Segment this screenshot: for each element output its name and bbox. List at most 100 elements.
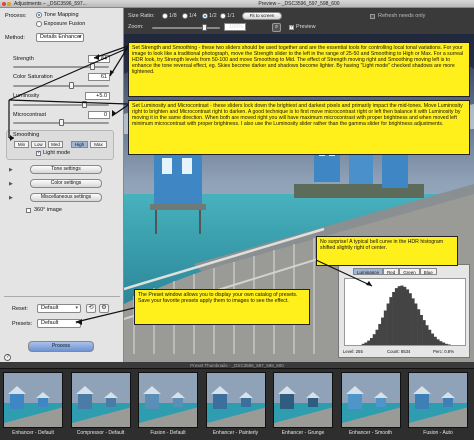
histogram-level: Level: 255 — [343, 349, 363, 354]
method-select[interactable]: Details Enhancer — [36, 33, 84, 42]
histogram-bar — [361, 343, 365, 345]
process-button[interactable]: Process — [28, 341, 94, 352]
note-histogram: No surprise! A typical bell curve in the… — [316, 236, 458, 266]
strip-header: Preset Thumbnails - _DSC3596_597_598_600 — [0, 362, 474, 369]
histogram-percent: Perc: 0.8% — [433, 349, 455, 354]
luminosity-value[interactable]: +5.0 — [85, 92, 110, 100]
preset-thumbnail[interactable] — [138, 372, 198, 428]
preview-window-title: Preview – _DSC3596_597_598_600 — [258, 1, 340, 7]
refresh-icon[interactable]: ⟲ — [86, 304, 96, 313]
color-settings-button[interactable]: Color settings — [30, 179, 102, 188]
tone-settings-button[interactable]: Tone settings — [30, 165, 102, 174]
help-icon[interactable]: ? — [4, 354, 11, 361]
ratio-1-4-label: 1/4 — [189, 13, 197, 19]
preset-thumbnail[interactable] — [3, 372, 63, 428]
light-mode-checkbox[interactable]: ✓ — [36, 151, 41, 156]
preset-thumbnail-label: Fusion - Auto — [423, 430, 453, 436]
process-label: Process: — [5, 13, 27, 19]
ratio-1-8-radio[interactable] — [162, 13, 168, 19]
histogram-bar — [419, 315, 423, 345]
histogram-bar — [392, 291, 396, 345]
histogram-bar — [430, 333, 435, 345]
microcontrast-label: Microcontrast — [13, 112, 47, 118]
reset-select[interactable]: Default — [37, 304, 81, 313]
close-icon[interactable] — [2, 2, 6, 6]
microcontrast-value[interactable]: 0 — [88, 111, 110, 119]
smoothing-label: Smoothing — [13, 132, 40, 138]
preview-label: Preview — [296, 24, 316, 30]
tone-settings-disclosure-icon[interactable]: ▶ — [9, 167, 13, 173]
histogram-bar — [433, 336, 437, 345]
histogram-bar — [428, 329, 432, 345]
ratio-1-1-label: 1/1 — [227, 13, 235, 19]
preview-checkbox[interactable]: ✓ — [289, 25, 294, 30]
preset-thumbnail[interactable] — [408, 372, 468, 428]
exposure-fusion-radio[interactable] — [36, 21, 42, 27]
reset-label: Reset: — [12, 306, 28, 312]
luminosity-label: Luminosity — [13, 93, 40, 99]
histogram-bar — [439, 341, 443, 345]
preset-thumbnail-label: Enhancer - Smooth — [348, 430, 393, 436]
presets-select[interactable]: Default — [37, 319, 81, 328]
microcontrast-slider-thumb[interactable] — [59, 119, 64, 126]
refresh-needs-checkbox[interactable] — [370, 14, 375, 19]
color-saturation-slider-track[interactable] — [13, 85, 109, 87]
ratio-1-2-label: 1/2 — [209, 13, 217, 19]
zoom-slider-track[interactable] — [152, 27, 220, 29]
preset-thumbnail[interactable] — [205, 372, 266, 428]
histogram-bar — [375, 329, 379, 345]
luminosity-slider-thumb[interactable] — [82, 101, 87, 108]
color-saturation-slider-thumb[interactable] — [69, 82, 75, 89]
tone-mapping-radio[interactable] — [36, 12, 42, 18]
histogram-bar — [417, 309, 421, 345]
color-settings-disclosure-icon[interactable]: ▶ — [9, 181, 13, 187]
ratio-1-4-radio[interactable] — [182, 13, 188, 19]
ratio-1-8-label: 1/8 — [169, 13, 177, 19]
presets-label: Presets: — [12, 321, 33, 327]
histogram-bar — [386, 303, 390, 345]
smoothing-high[interactable]: High — [71, 141, 88, 148]
divider — [4, 296, 120, 297]
histogram-tabs: Luminance Red Green Blue — [353, 268, 437, 275]
strength-value[interactable]: 84 — [88, 55, 110, 63]
misc-settings-disclosure-icon[interactable]: ▶ — [9, 195, 13, 201]
histogram-bar — [411, 298, 415, 345]
zoom-slider-thumb[interactable] — [202, 24, 207, 31]
histogram-plot — [344, 278, 466, 346]
preview-titlebar: Preview – _DSC3596_597_598_600 — [124, 0, 474, 8]
refresh-needs-label: Refresh needs only — [378, 13, 426, 19]
histogram-count: Count: 8534 — [387, 349, 411, 354]
strength-slider-thumb[interactable] — [90, 63, 96, 70]
tab-green[interactable]: Green — [399, 268, 420, 275]
preset-thumbnail[interactable] — [70, 372, 131, 428]
image-360-checkbox[interactable] — [26, 208, 31, 213]
smoothing-min[interactable]: Min — [14, 141, 29, 148]
luminosity-slider-track[interactable] — [13, 104, 109, 106]
preset-thumbnail[interactable] — [273, 372, 333, 428]
zoom-value[interactable]: 100% — [224, 23, 246, 31]
smoothing-max[interactable]: Max — [90, 141, 107, 148]
tab-red[interactable]: Red — [383, 268, 400, 275]
histogram-bar — [425, 325, 429, 345]
smoothing-med[interactable]: Med — [48, 141, 63, 148]
ratio-1-2-radio[interactable] — [202, 13, 208, 19]
strength-label: Strength — [13, 56, 34, 62]
zoom-in-icon[interactable]: ⌕ — [272, 23, 281, 32]
preset-thumbnail-label: Fusion - Default — [150, 430, 186, 436]
minimize-icon[interactable] — [7, 2, 11, 6]
ratio-1-1-radio[interactable] — [220, 13, 226, 19]
preset-thumbnail-label: Compressor - Default — [76, 430, 125, 436]
note-presets: The Preset window allows you to display … — [134, 289, 310, 325]
preview-toolbar: Size Ratio: 1/8 1/4 1/2 1/1 Fit to scree… — [124, 8, 474, 34]
gear-icon[interactable]: ⚙ — [99, 304, 109, 313]
smoothing-low[interactable]: Low — [31, 141, 46, 148]
misc-settings-button[interactable]: Miscellaneous settings — [30, 193, 102, 202]
color-saturation-value[interactable]: 61 — [88, 73, 110, 81]
histogram-bar — [394, 288, 398, 345]
fit-to-screen-button[interactable]: Fit to screen — [242, 12, 282, 20]
histogram-bar — [367, 340, 371, 345]
preset-thumbnail[interactable] — [340, 372, 401, 428]
adjustments-window-title: Adjustments – _DSC3596_597... — [14, 1, 87, 7]
tab-blue[interactable]: Blue — [419, 268, 437, 275]
tab-luminance[interactable]: Luminance — [353, 268, 384, 275]
